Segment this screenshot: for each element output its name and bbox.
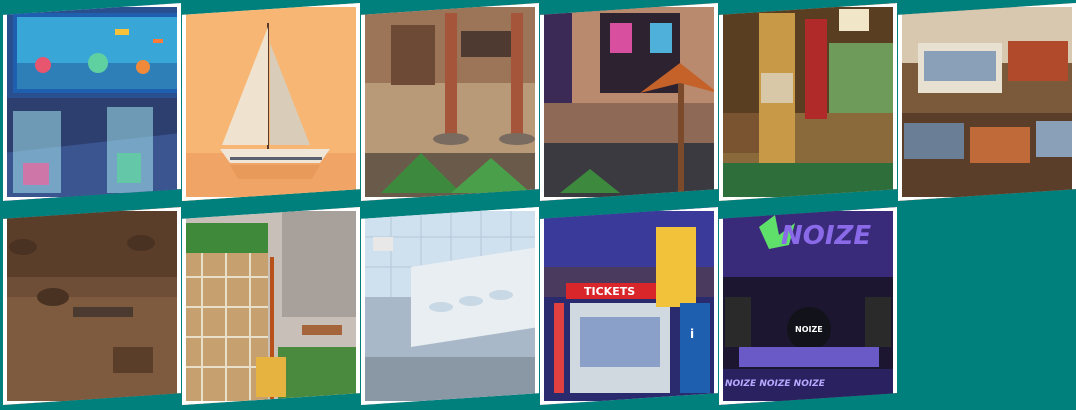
tile-ticket-booth[interactable]: TICKETS i [540,207,718,405]
stage-skirt: NOIZE NOIZE NOIZE [725,379,825,389]
ticket-booth-scene [540,207,718,405]
tile-dock[interactable] [3,207,181,405]
tile-lobby[interactable] [719,3,897,201]
neon-sign [656,227,696,307]
market-scene [898,3,1076,201]
tile-market[interactable] [898,3,1076,201]
crab-crate [1008,41,1068,81]
street-scene [540,3,718,201]
coral-icon [35,57,51,73]
tickets-sign: TICKETS [584,285,636,298]
barrel-icon [9,239,37,255]
scene-sheet: TICKETS i NOIZE NOIZE NOIZE NOIZE NOIZE [0,0,1076,410]
bench [302,325,342,335]
drum-logo: NOIZE [795,325,823,334]
lamp-icon [839,9,869,31]
speaker [725,297,751,347]
courtyard-scene [361,3,539,201]
fish-crate [1036,121,1076,157]
info-kiosk [680,303,710,393]
plank [73,307,133,317]
aquarium-scene [3,3,181,201]
hand-dryer [373,237,393,251]
coral-icon [88,53,108,73]
fish-crate [970,127,1030,163]
sink-icon [429,302,453,312]
sink-icon [489,290,513,300]
info-sign: i [690,327,695,341]
tile-schoolyard[interactable] [182,207,360,405]
schoolyard-scene [182,207,360,405]
restroom-scene [361,207,539,405]
tile-aquarium[interactable] [3,3,181,201]
fish-icon [153,39,163,43]
window-grid [829,43,897,113]
palm-trunk [678,73,684,201]
coral-icon [136,60,150,74]
boat-hull [220,149,330,163]
toy-box [256,357,286,397]
tile-sailboat[interactable] [182,3,360,201]
dock-scene [3,207,181,405]
stage-floor [739,347,879,367]
crate [113,347,153,373]
sailboat-scene [182,3,360,201]
barber-pole [554,303,564,393]
tile-restroom[interactable] [361,207,539,405]
fish-crate [904,123,964,159]
sink-icon [459,296,483,306]
lobby-scene [719,3,897,201]
shop-window [540,13,572,103]
stage-banner: NOIZE [781,221,872,251]
pillar [511,13,523,139]
barrel-icon [37,288,69,306]
desk [719,113,759,153]
tile-courtyard[interactable] [361,3,539,201]
hedge [182,223,268,253]
barrel-icon [127,235,155,251]
fish-icon [115,29,129,35]
pillar [445,13,457,139]
curtain [805,19,827,119]
tile-street[interactable] [540,3,718,201]
door [391,25,435,85]
tile-concert-stage[interactable]: NOIZE NOIZE NOIZE NOIZE NOIZE [719,207,897,405]
speaker [865,297,891,347]
